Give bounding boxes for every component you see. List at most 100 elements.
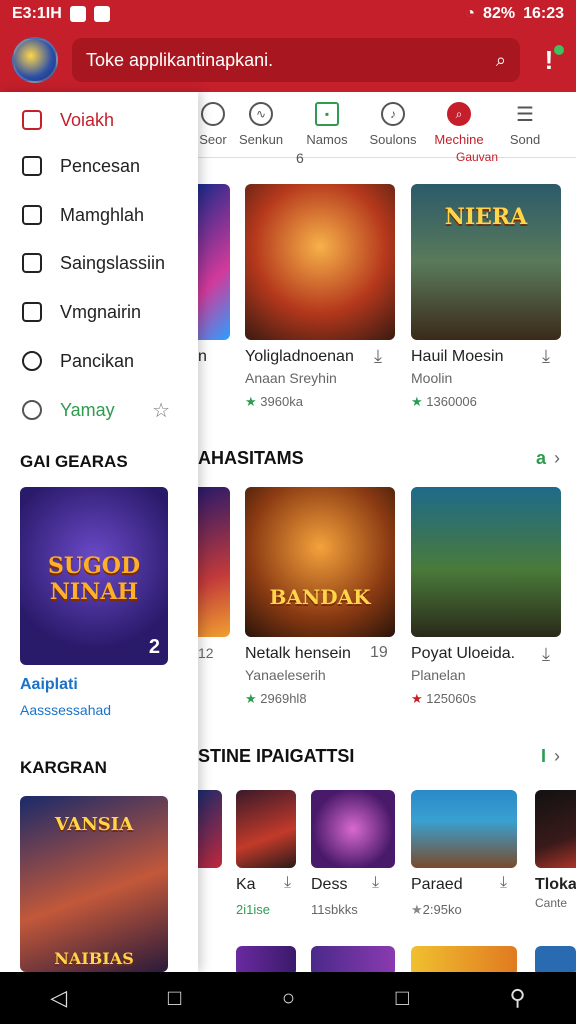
game-title: Poyat Uloeida. (411, 645, 516, 662)
notification-icon (69, 6, 86, 22)
search-bar[interactable]: Toke applikantinapkani. ⌕ (72, 38, 520, 82)
tab-2[interactable]: ▪ Namos (294, 92, 360, 157)
game-rating: ★ 3960ka (245, 394, 395, 410)
game-developer: Planelan (411, 667, 466, 683)
featured-game-card[interactable]: VANSIA NAIBIAS (20, 796, 168, 972)
drawer-item-3[interactable]: Saingslassiin (0, 243, 198, 283)
art-text: VANSIA (54, 814, 134, 835)
game-title: Yoligladnoenan (245, 348, 354, 365)
card-badge: 2 (148, 636, 160, 658)
featured-game-subtitle: Aasssessahad (20, 702, 112, 718)
game-art (245, 184, 395, 340)
game-rating: 11sbkks (311, 902, 358, 917)
app-logo[interactable] (12, 37, 58, 83)
section-header[interactable]: AHASITAMS a › (198, 448, 576, 469)
main-content: Seor ∿ Senkun ▪ Namos ♪ Soulons ⌕ Mechine ☰ S… (198, 92, 576, 972)
shield-icon (22, 302, 42, 322)
rating-value: 2969hl8 (260, 691, 307, 706)
chevron-right-icon[interactable]: › (554, 746, 560, 766)
featured-game-title[interactable]: Aaiplati (20, 676, 78, 694)
game-card[interactable]: Poyat Uloeida. Planelan ★ 125060s (411, 487, 561, 707)
battery-label: 82% (483, 5, 516, 22)
search-icon[interactable]: ⌕ (496, 50, 506, 71)
game-developer: Anaan Sreyhin (245, 370, 337, 386)
game-art[interactable] (236, 946, 296, 972)
drawer-item-5[interactable]: Pancikan (0, 341, 198, 381)
status-bar: E3:1IH ◔ 82% 16:23 (0, 0, 576, 28)
tab-3[interactable]: ♪ Soulons (360, 92, 426, 157)
game-card[interactable]: BANDAK Netalk hensein Yanaeleserih ★ 296… (245, 487, 395, 707)
tab-label: Sond (509, 132, 541, 147)
game-title: Hauil Moesin (411, 348, 504, 365)
game-developer: Cante (535, 896, 568, 910)
game-art: NIERA (411, 184, 561, 340)
download-icon[interactable]: ⤓ (542, 346, 550, 367)
download-icon[interactable]: ⤓ (372, 874, 379, 892)
game-art (535, 790, 576, 868)
drawer-item-label: Pancikan (60, 350, 135, 371)
pin-icon[interactable]: ☆ (152, 398, 170, 423)
tab-4[interactable]: ⌕ Mechine (426, 92, 492, 157)
grid-icon: ▪ (315, 102, 339, 126)
tab-1[interactable]: ∿ Senkun (228, 92, 294, 157)
home-icon[interactable]: ○ (282, 985, 295, 1011)
star-icon: ★ (411, 902, 423, 917)
alert-icon[interactable]: ! (534, 45, 564, 75)
game-art[interactable] (535, 946, 576, 972)
game-card[interactable]: Paraed ★2:95ko (411, 790, 521, 918)
menu-icon: ☰ (516, 103, 534, 126)
chevron-right-icon[interactable]: › (554, 448, 560, 468)
search-placeholder: Toke applikantinapkani. (86, 49, 274, 70)
drawer-item-label: Yamay (60, 399, 115, 420)
tab-0[interactable]: Seor (198, 92, 228, 157)
rating-value: 125060s (426, 691, 477, 706)
game-art[interactable] (311, 946, 395, 972)
game-developer: Moolin (411, 370, 453, 386)
drawer-item-0[interactable]: Voiakh (0, 100, 198, 140)
game-card-partial[interactable]: n (198, 184, 230, 366)
rating-value: 3960ka (260, 394, 303, 409)
tab-label: Soulons (369, 132, 417, 147)
game-rating: ★ 1360006 (411, 394, 561, 410)
back-icon[interactable]: ◁ (50, 985, 67, 1011)
drawer-item-2[interactable]: Mamghlah (0, 195, 198, 235)
download-icon[interactable]: ⤓ (500, 874, 507, 892)
star-icon: ★ (245, 394, 257, 409)
game-art[interactable] (411, 946, 517, 972)
section-flag: a (535, 448, 546, 468)
drawer-item-6[interactable]: Yamay ☆ (0, 390, 198, 430)
recents-icon[interactable]: □ (168, 985, 181, 1011)
tab-subtitle: Gauvan (456, 150, 499, 164)
download-icon[interactable]: ⤓ (542, 644, 550, 665)
game-card[interactable]: Dess 11sbkks (311, 790, 407, 917)
carrier-label: E3:1IH (12, 5, 62, 22)
drawer-item-4[interactable]: Vmgnairin (0, 292, 198, 332)
accessibility-icon[interactable]: ⚲ (510, 985, 526, 1011)
game-art: BANDAK (245, 487, 395, 637)
list-icon (22, 253, 42, 273)
game-art (311, 790, 395, 868)
navigation-drawer: Voiakh Pencesan Mamghlah Saingslassiin V… (0, 92, 198, 972)
download-icon[interactable]: ⤓ (284, 874, 291, 892)
game-art[interactable] (198, 790, 222, 868)
tab-5[interactable]: ☰ Sond (492, 92, 558, 157)
featured-game-card[interactable]: SUGOD NINAH 2 (20, 487, 168, 665)
game-card[interactable]: Yoligladnoenan Anaan Sreyhin ★ 3960ka (245, 184, 395, 410)
game-art (236, 790, 296, 868)
star-icon: ★ (411, 691, 423, 706)
drawer-item-1[interactable]: Pencesan (0, 146, 198, 186)
drawer-item-label: Vmgnairin (60, 301, 142, 322)
game-art (198, 184, 230, 340)
drawer-item-label: Mamghlah (60, 204, 145, 225)
square-icon[interactable]: □ (396, 985, 409, 1011)
bag-icon (22, 205, 42, 225)
drawer-item-label: Saingslassiin (60, 252, 166, 273)
tab-label: Seor (199, 132, 227, 147)
game-card-partial[interactable]: Tlokaf Cante (535, 790, 576, 910)
game-card-partial[interactable]: 12 (198, 487, 230, 661)
art-text: NIERA (444, 204, 528, 230)
game-card[interactable]: NIERA Hauil Moesin Moolin ★ 1360006 (411, 184, 561, 410)
time-label: 16:23 (523, 5, 564, 22)
section-header[interactable]: STINE IPAIGATTSI I › (198, 746, 576, 767)
download-icon[interactable]: ⤓ (374, 346, 382, 367)
